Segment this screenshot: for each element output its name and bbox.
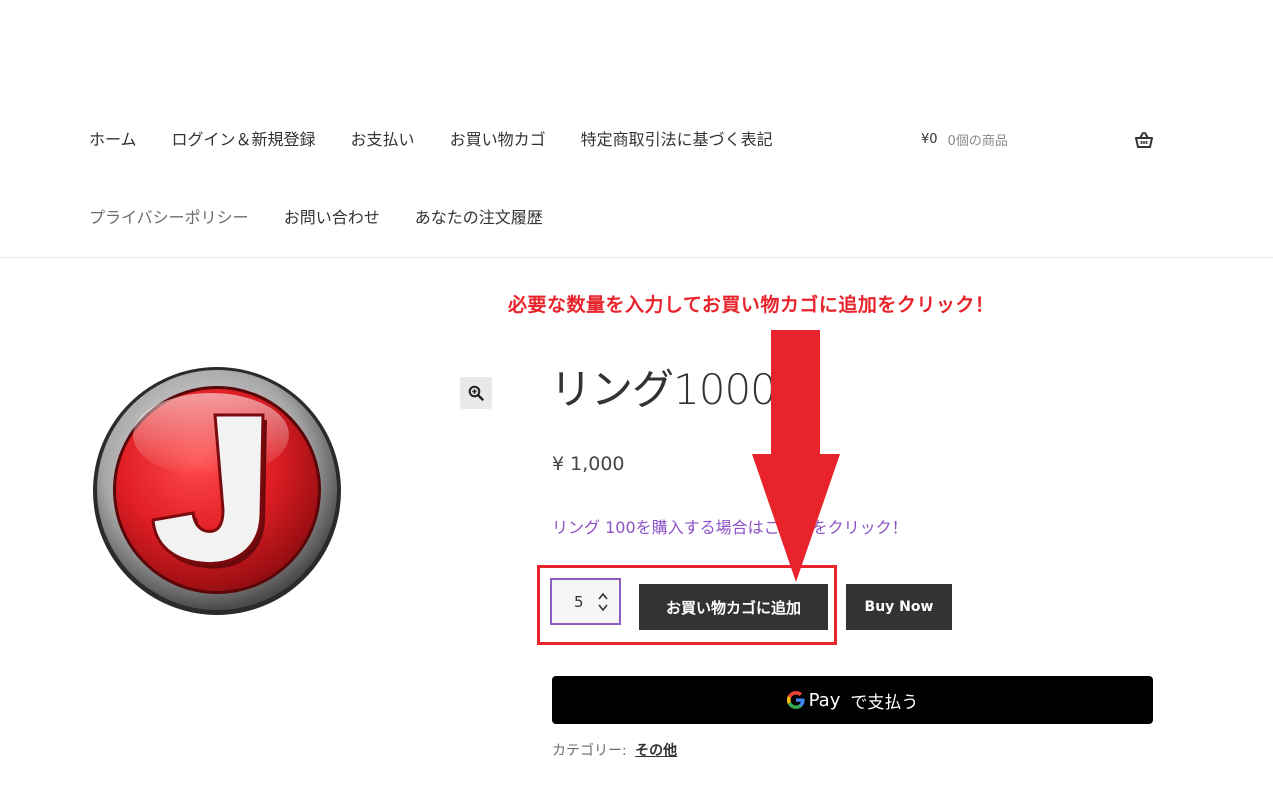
- quantity-value: 5: [574, 593, 584, 611]
- product-logo: [93, 367, 341, 615]
- nav-row-primary: ホーム ログイン＆新規登録 お支払い お買い物カゴ 特定商取引法に基づく表記: [89, 128, 808, 152]
- google-pay-button[interactable]: Pay で支払う: [552, 676, 1153, 724]
- basket-icon[interactable]: [1135, 131, 1153, 149]
- instruction-annotation: 必要な数量を入力してお買い物カゴに追加をクリック！: [508, 294, 995, 316]
- product-image: [93, 365, 343, 615]
- alternate-product-link[interactable]: リング 100を購入する場合はこちらをクリック！: [552, 514, 908, 538]
- nav-item-contact[interactable]: お問い合わせ: [284, 206, 380, 230]
- nav-row-secondary: プライバシーポリシー お問い合わせ あなたの注文履歴: [89, 206, 578, 230]
- quantity-spinner-icon[interactable]: [597, 589, 609, 615]
- gpay-pay-word: Pay: [808, 689, 841, 711]
- product-category: カテゴリー: その他: [552, 740, 677, 760]
- product-title: リング1000: [550, 365, 777, 414]
- google-g-icon: [786, 691, 805, 709]
- zoom-in-icon: [468, 385, 484, 401]
- header-divider: [0, 257, 1273, 258]
- quantity-input[interactable]: 5: [550, 578, 621, 625]
- nav-item-commerce-law[interactable]: 特定商取引法に基づく表記: [581, 128, 773, 152]
- cart-amount: ¥0: [921, 132, 938, 147]
- nav-item-privacy-policy[interactable]: プライバシーポリシー: [89, 206, 249, 230]
- category-label: カテゴリー:: [552, 743, 627, 759]
- nav-item-cart[interactable]: お買い物カゴ: [450, 128, 546, 152]
- nav-item-home[interactable]: ホーム: [89, 128, 137, 152]
- category-link[interactable]: その他: [635, 743, 677, 759]
- add-to-cart-button[interactable]: お買い物カゴに追加: [639, 584, 828, 630]
- product-price: ¥ 1,000: [552, 453, 625, 475]
- buy-now-button[interactable]: Buy Now: [846, 584, 952, 630]
- nav-item-order-history[interactable]: あなたの注文履歴: [415, 206, 543, 230]
- image-zoom-button[interactable]: [460, 377, 492, 409]
- gpay-label: で支払う: [850, 692, 919, 713]
- nav-item-login-register[interactable]: ログイン＆新規登録: [172, 128, 316, 152]
- nav-item-payment[interactable]: お支払い: [351, 128, 415, 152]
- cart-item-count: 0個の商品: [947, 134, 1008, 149]
- header-cart-summary[interactable]: ¥0 0個の商品: [921, 130, 1008, 149]
